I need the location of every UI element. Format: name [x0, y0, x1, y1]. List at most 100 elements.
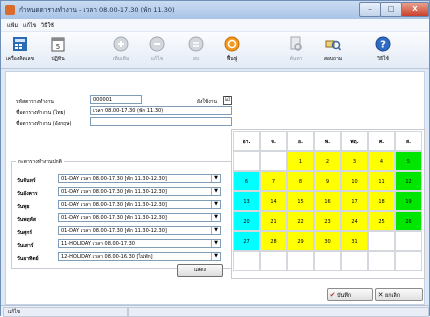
help-button[interactable]: ? วิธีใช้ [366, 34, 400, 66]
calendar-day-cell[interactable]: 25 [368, 211, 395, 231]
minimize-button[interactable]: – [359, 2, 381, 17]
shift-value-monday: 01-DAY เวลา 08.00-17.30 [พัก 11.30-12.30… [61, 176, 167, 182]
shift-select-saturday[interactable]: 11-HOLIDAY เวลา 08.00-17.30 ▼ [58, 239, 221, 248]
calculator-label: เครื่องคิดเลข [6, 56, 34, 62]
refresh-button[interactable]: ฟื้นฟู [215, 34, 249, 66]
calendar-day-cell[interactable]: 9 [314, 171, 341, 191]
calendar-day-cell[interactable]: 13 [233, 191, 260, 211]
in-use-label: ยังใช้งาน [197, 99, 217, 105]
svg-text:5: 5 [56, 43, 60, 51]
calendar-day-cell[interactable]: 4 [368, 151, 395, 171]
calendar-day-cell[interactable]: 31 [341, 231, 368, 251]
shift-select-tuesday[interactable]: 01-DAY เวลา 08.00-17.30 [พัก 11.30-12.30… [58, 187, 221, 196]
name-en-input[interactable] [90, 117, 232, 126]
help-label: วิธีใช้ [377, 56, 389, 62]
chevron-down-icon[interactable]: ▼ [211, 201, 220, 208]
calendar-day-cell[interactable]: 10 [341, 171, 368, 191]
calendar-day-cell [368, 231, 395, 251]
calendar-day-cell[interactable]: 17 [341, 191, 368, 211]
calendar-day-cell[interactable]: 18 [368, 191, 395, 211]
calendar-day-cell[interactable]: 12 [395, 171, 422, 191]
save-label: บันทึก [337, 293, 352, 299]
calendar-day-cell[interactable]: 15 [287, 191, 314, 211]
cancel-button[interactable]: ✕ ยกเลิก [375, 288, 423, 301]
calendar-day-cell [395, 231, 422, 251]
calculator-icon [13, 37, 27, 51]
edit-button[interactable]: แก้ไข [140, 34, 174, 66]
day-label-saturday: วันเสาร์ [17, 243, 34, 249]
chevron-down-icon[interactable]: ▼ [211, 188, 220, 195]
shift-value-friday: 01-DAY เวลา 08.00-17.30 [พัก 11.30-12.30… [61, 228, 167, 234]
calendar-day-cell[interactable]: 5 [395, 151, 422, 171]
calendar-day-cell [233, 251, 260, 271]
chevron-down-icon[interactable]: ▼ [211, 253, 220, 260]
chevron-down-icon[interactable]: ▼ [211, 240, 220, 247]
svg-text:?: ? [380, 40, 386, 51]
calendar-day-cell[interactable]: 21 [260, 211, 287, 231]
calendar-day-cell[interactable]: 19 [395, 191, 422, 211]
chevron-down-icon[interactable]: ▼ [211, 227, 220, 234]
chevron-down-icon[interactable]: ▼ [211, 175, 220, 182]
calendar-day-cell[interactable]: 16 [314, 191, 341, 211]
day-label-tuesday: วันอังคาร [17, 191, 38, 197]
find-button[interactable]: ค้นหา [279, 34, 313, 66]
name-th-input[interactable]: เวลา 08.00-17.30 (พัก 11.30) [90, 106, 232, 115]
calendar-day-cell[interactable]: 28 [260, 231, 287, 251]
calendar-day-cell[interactable]: 20 [233, 211, 260, 231]
delete-circle-icon [188, 36, 204, 52]
calendar-day-cell[interactable]: 29 [287, 231, 314, 251]
menu-edit[interactable]: แก้ไข [23, 22, 36, 30]
shift-value-sunday: 12-HOLIDAY เวลา 08.00-16.30 [ไม่พัก] [61, 254, 153, 260]
chevron-down-icon[interactable]: ▼ [211, 214, 220, 221]
query-button[interactable]: สอบถาม [316, 34, 350, 66]
query-icon [325, 40, 341, 51]
calendar-day-cell[interactable]: 2 [314, 151, 341, 171]
calendar-day-cell[interactable]: 14 [260, 191, 287, 211]
calendar-day-cell[interactable]: 7 [260, 171, 287, 191]
name-en-label: ชื่อตารางทำงาน (อังกฤษ) [16, 121, 72, 127]
calendar-day-cell [314, 251, 341, 271]
calendar-button[interactable]: 5 ปฏิทิน [41, 34, 75, 66]
menu-help[interactable]: วิธีใช้ [41, 22, 54, 30]
maximize-button[interactable]: □ [380, 2, 402, 17]
shift-select-wednesday[interactable]: 01-DAY เวลา 08.00-17.30 [พัก 11.30-12.30… [58, 200, 221, 209]
refresh-label: ฟื้นฟู [226, 56, 238, 62]
calendar-day-cell[interactable]: 23 [314, 211, 341, 231]
save-button[interactable]: ✔ บันทึก [327, 288, 373, 301]
calendar-header: พฤ. [341, 131, 368, 151]
close-button[interactable]: X [401, 2, 429, 17]
add-button[interactable]: เพิ่มเติม [104, 34, 138, 66]
shift-value-thursday: 01-DAY เวลา 08.00-17.30 [พัก 11.30-12.30… [61, 215, 167, 221]
shift-value-tuesday: 01-DAY เวลา 08.00-17.30 [พัก 11.30-12.30… [61, 189, 167, 195]
calendar-day-cell[interactable]: 1 [287, 151, 314, 171]
shift-select-thursday[interactable]: 01-DAY เวลา 08.00-17.30 [พัก 11.30-12.30… [58, 213, 221, 222]
calendar-day-cell[interactable]: 26 [395, 211, 422, 231]
delete-button[interactable]: ลบ [179, 34, 213, 66]
code-input[interactable]: 000001 [90, 95, 142, 104]
calendar-day-cell[interactable]: 24 [341, 211, 368, 231]
shift-select-friday[interactable]: 01-DAY เวลา 08.00-17.30 [พัก 11.30-12.30… [58, 226, 221, 235]
calendar-day-cell[interactable]: 8 [287, 171, 314, 191]
calendar-day-cell[interactable]: 30 [314, 231, 341, 251]
calendar-day-cell [260, 151, 287, 171]
month-calendar: อา. จ. อ. พ. พฤ. ศ. ส. 1 2 3 4 5 6 7 8 9 10 11 12 13 14 15 16 1… [231, 129, 425, 279]
name-th-label: ชื่อตารางทำงาน (ไทย) [16, 110, 66, 116]
find-icon [290, 36, 302, 51]
calendar-header: ส. [395, 131, 422, 151]
calendar-day-cell [368, 251, 395, 271]
calendar-day-cell[interactable]: 3 [341, 151, 368, 171]
in-use-checkbox[interactable]: ☑ [223, 96, 232, 105]
menu-file[interactable]: แฟ้ม [7, 22, 18, 30]
show-button[interactable]: แสดง [177, 264, 223, 277]
day-label-thursday: วันพฤหัส [17, 217, 36, 223]
title-bar: กำหนดตารางทำงาน - เวลา 08.00-17.30 (พัก … [1, 1, 429, 19]
calendar-day-cell[interactable]: 22 [287, 211, 314, 231]
calendar-day-cell[interactable]: 6 [233, 171, 260, 191]
app-icon [5, 5, 15, 15]
calendar-day-cell[interactable]: 27 [233, 231, 260, 251]
calculator-button[interactable]: เครื่องคิดเลข [3, 34, 37, 66]
shift-select-sunday[interactable]: 12-HOLIDAY เวลา 08.00-16.30 [ไม่พัก] ▼ [58, 252, 221, 261]
calendar-day-cell[interactable]: 11 [368, 171, 395, 191]
shift-select-monday[interactable]: 01-DAY เวลา 08.00-17.30 [พัก 11.30-12.30… [58, 174, 221, 183]
calendar-header: พ. [314, 131, 341, 151]
